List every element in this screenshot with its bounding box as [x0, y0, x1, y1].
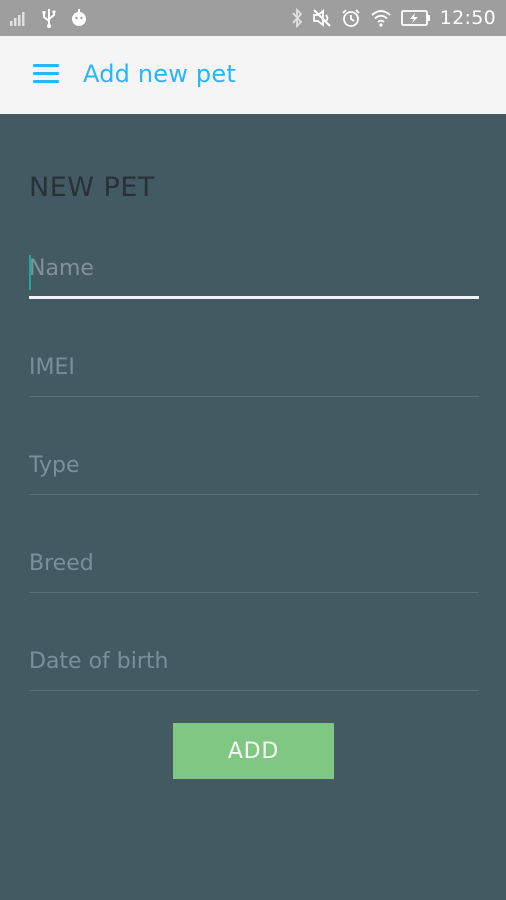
name-field-underline [29, 296, 479, 299]
alarm-icon [341, 8, 361, 28]
signal-icon [10, 10, 28, 26]
bluetooth-icon [291, 8, 303, 28]
mute-icon [312, 8, 332, 28]
type-input[interactable] [29, 450, 479, 480]
status-bar-right: 12:50 [291, 6, 496, 30]
imei-input[interactable] [29, 352, 479, 382]
date-of-birth-field-underline [29, 690, 479, 691]
type-field[interactable] [29, 450, 479, 495]
android-debug-icon [70, 8, 88, 28]
battery-charging-icon [400, 10, 431, 26]
date-of-birth-field[interactable] [29, 646, 479, 691]
app-bar: Add new pet [0, 36, 506, 114]
breed-field-underline [29, 592, 479, 593]
name-field[interactable] [29, 253, 479, 299]
imei-field[interactable] [29, 352, 479, 397]
status-bar: 12:50 [0, 0, 506, 36]
form-heading: NEW PET [29, 172, 155, 203]
status-bar-left [10, 8, 88, 28]
text-cursor [29, 255, 31, 290]
hamburger-menu-icon[interactable] [33, 64, 59, 86]
wifi-icon [370, 9, 392, 27]
type-field-underline [29, 494, 479, 495]
page-title: Add new pet [83, 60, 236, 88]
breed-field[interactable] [29, 548, 479, 593]
imei-field-underline [29, 396, 479, 397]
add-button[interactable]: ADD [173, 723, 334, 779]
usb-icon [40, 8, 58, 28]
date-of-birth-input[interactable] [29, 646, 479, 676]
status-time: 12:50 [439, 7, 496, 29]
name-input[interactable] [29, 253, 479, 283]
breed-input[interactable] [29, 548, 479, 578]
